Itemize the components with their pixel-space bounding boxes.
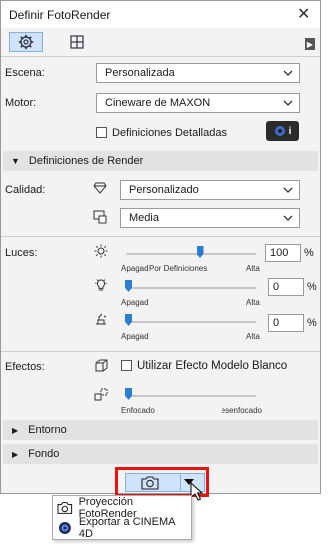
bulb-light-slider[interactable]	[126, 287, 256, 289]
white-model-label: Utilizar Efecto Modelo Blanco	[137, 360, 288, 372]
lights-label: Luces:	[5, 247, 38, 259]
render-options-menu: Proyección FotoRender Exportar a CINEMA …	[52, 495, 192, 540]
tab-settings[interactable]	[9, 32, 43, 52]
mouse-cursor-icon	[190, 482, 204, 501]
window-title: Definir FotoRender	[9, 8, 111, 22]
cinema4d-icon	[58, 522, 71, 534]
render-settings-title: Definiciones de Render	[28, 155, 144, 167]
engine-dropdown[interactable]: Cineware de MAXON	[96, 93, 300, 113]
light-bulb-icon	[94, 279, 108, 291]
slider-max-label: Alta	[246, 264, 260, 273]
slider-min-label: Apagad	[121, 298, 149, 307]
scene-dropdown[interactable]: Personalizada	[96, 63, 300, 83]
percent-label: %	[304, 247, 314, 259]
gear-icon	[18, 34, 34, 50]
cinema4d-icon	[274, 126, 285, 136]
sun-light-value[interactable]: 100	[265, 244, 301, 262]
chevron-down-icon	[283, 70, 293, 76]
depth-of-field-icon	[94, 388, 108, 401]
quality-label: Calidad:	[5, 184, 46, 196]
info-label: i	[288, 125, 292, 137]
tab-grid[interactable]	[60, 32, 94, 52]
lamp-icon	[96, 313, 107, 325]
close-button[interactable]: ✕	[297, 4, 310, 24]
menu-item-photorender-projection[interactable]: Proyección FotoRender	[57, 496, 191, 520]
quality-level-dropdown[interactable]: Media	[120, 208, 300, 228]
quality-preset-value: Personalizado	[129, 184, 199, 196]
white-model-checkbox[interactable]	[121, 360, 132, 371]
effects-label: Efectos:	[5, 361, 45, 373]
engine-label: Motor:	[5, 97, 37, 109]
slider-max-label: Alta	[246, 298, 260, 307]
background-section-header[interactable]: ▶ Fondo	[3, 444, 318, 464]
sun-icon	[94, 244, 108, 258]
diamond-icon	[93, 182, 107, 194]
bulb-light-value[interactable]: 0	[268, 278, 304, 296]
slider-max-label: Alta	[246, 332, 260, 341]
divider	[1, 351, 320, 352]
divider	[1, 56, 320, 57]
bulb-light-value-text: 0	[273, 281, 280, 293]
detailed-settings-label: Definiciones Detalladas	[112, 127, 227, 139]
chevron-down-icon	[283, 215, 293, 221]
blur-slider[interactable]	[126, 395, 256, 397]
sun-light-value-text: 100	[270, 247, 289, 259]
panel-menu-arrow[interactable]: ▶	[305, 38, 315, 50]
sun-light-slider[interactable]	[126, 253, 256, 255]
camera-icon	[57, 502, 73, 514]
detailed-settings-checkbox[interactable]	[96, 127, 107, 138]
slider-max-label: Desenfocado	[222, 406, 262, 415]
render-quality-icon	[93, 210, 107, 224]
collapse-arrow-icon: ▼	[11, 156, 20, 166]
cube-icon	[95, 359, 108, 372]
slider-min-label: Enfocado	[121, 406, 155, 415]
menu-item-export-cinema4d[interactable]: Exportar a CINEMA 4D	[57, 516, 191, 540]
engine-info-button[interactable]: i	[266, 121, 299, 141]
quality-level-value: Media	[129, 212, 159, 224]
divider	[1, 236, 320, 237]
engine-value: Cineware de MAXON	[105, 97, 211, 109]
quality-preset-dropdown[interactable]: Personalizado	[120, 180, 300, 200]
slider-min-label: Apagad	[121, 264, 149, 273]
grid-icon	[70, 35, 84, 49]
slider-default-label: Por Definiciones	[149, 264, 208, 273]
menu-item-label: Exportar a CINEMA 4D	[78, 516, 175, 540]
environment-title: Entorno	[28, 424, 67, 436]
environment-section-header[interactable]: ▶ Entorno	[3, 420, 318, 440]
percent-label: %	[307, 317, 317, 329]
slider-min-label: Apagad	[121, 332, 149, 341]
expand-arrow-icon: ▶	[12, 425, 19, 435]
render-settings-header[interactable]: ▼ Definiciones de Render	[3, 151, 318, 171]
scene-label: Escena:	[5, 67, 45, 79]
lamp-light-slider[interactable]	[126, 321, 256, 323]
scene-value: Personalizada	[105, 67, 175, 79]
percent-label: %	[307, 281, 317, 293]
expand-arrow-icon: ▶	[12, 449, 19, 459]
lamp-light-value[interactable]: 0	[268, 314, 304, 332]
lamp-light-value-text: 0	[273, 317, 280, 329]
chevron-down-icon	[283, 100, 293, 106]
background-title: Fondo	[28, 448, 60, 460]
chevron-down-icon	[283, 187, 293, 193]
